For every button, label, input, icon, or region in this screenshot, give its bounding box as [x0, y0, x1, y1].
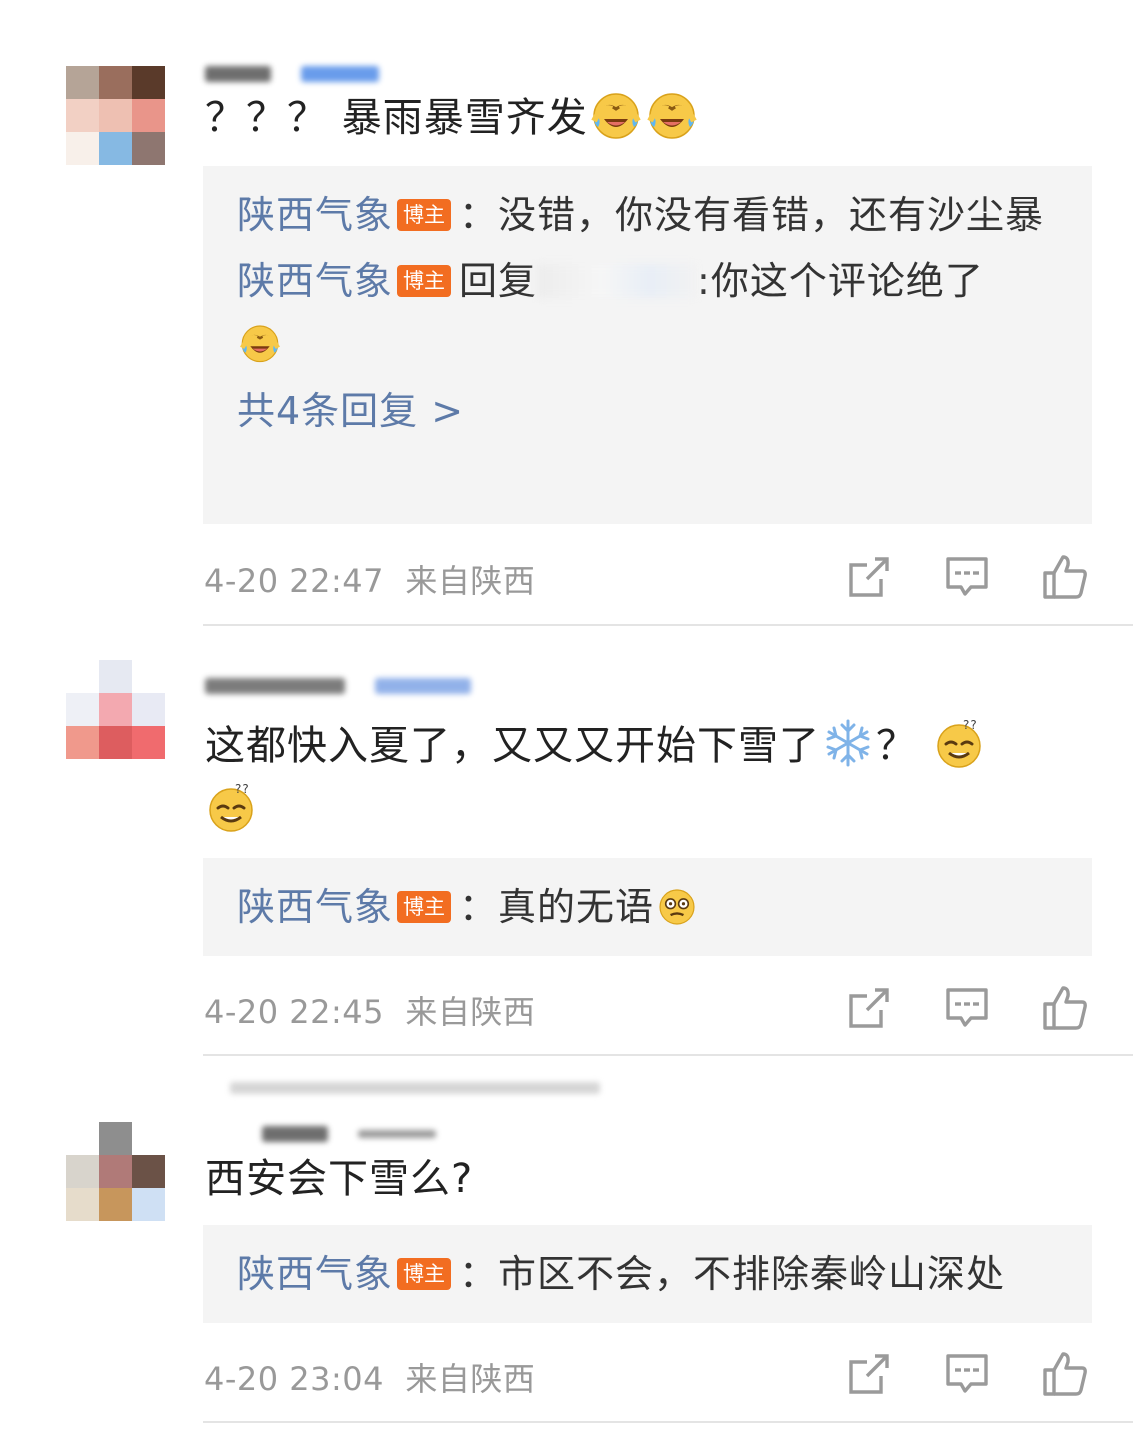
- laugh-cry-icon: [239, 322, 281, 364]
- avatar-pixel: [66, 726, 99, 759]
- snowflake-icon: [822, 717, 874, 769]
- avatar-pixel: [99, 726, 132, 759]
- location: 来自陕西: [405, 1360, 536, 1398]
- reply-item[interactable]: 陕西气象 博主 ：真的无语: [237, 876, 1058, 938]
- laugh-cry-icon: [646, 89, 698, 141]
- avatar-pixel: [66, 693, 99, 726]
- avatar-pixel: [132, 99, 165, 132]
- avatar-pixel: [66, 66, 99, 99]
- avatar-pixel: [132, 1155, 165, 1188]
- avatar-pixel: [99, 132, 132, 165]
- blurred-reply-target[interactable]: [537, 264, 698, 298]
- divider: [203, 1054, 1133, 1056]
- location: 来自陕西: [405, 562, 536, 600]
- reply-author[interactable]: 陕西气象: [237, 885, 393, 929]
- avatar-pixel: [132, 132, 165, 165]
- avatar-pixel: [66, 660, 99, 693]
- avatar-pixel: [132, 660, 165, 693]
- username-blurred[interactable]: [205, 672, 471, 700]
- avatar-pixel: [66, 1155, 99, 1188]
- reply-author[interactable]: 陕西气象: [237, 1252, 393, 1296]
- comment-icon[interactable]: [943, 553, 991, 601]
- share-icon[interactable]: [845, 984, 893, 1032]
- author-badge: 博主: [397, 265, 452, 297]
- like-icon[interactable]: [1041, 984, 1089, 1032]
- like-icon[interactable]: [1041, 553, 1089, 601]
- comment-meta: 4-20 22:45 来自陕西: [204, 987, 535, 1033]
- avatar-pixel: [132, 693, 165, 726]
- comment-icon[interactable]: [943, 1350, 991, 1398]
- avatar-pixel: [66, 132, 99, 165]
- reply-text: ：没错，你没有看错，还有沙尘暴: [459, 193, 1045, 237]
- comment-icon[interactable]: [943, 984, 991, 1032]
- reply-item[interactable]: 陕西气象 博主 回复 :你这个评论绝了: [237, 250, 1058, 374]
- action-bar: [845, 984, 1089, 1032]
- avatar-pixel: [99, 660, 132, 693]
- avatar[interactable]: [66, 1122, 165, 1221]
- share-icon[interactable]: [845, 1350, 893, 1398]
- author-badge: 博主: [397, 1258, 452, 1290]
- divider: [203, 1421, 1133, 1423]
- avatar-pixel: [99, 1155, 132, 1188]
- avatar-pixel: [99, 99, 132, 132]
- action-bar: [845, 1350, 1089, 1398]
- author-badge: 博主: [397, 891, 452, 923]
- reply-item[interactable]: 陕西气象 博主 ：市区不会，不排除秦岭山深处: [237, 1243, 1058, 1305]
- action-bar: [845, 553, 1089, 601]
- avatar-pixel: [99, 693, 132, 726]
- avatar-pixel: [66, 99, 99, 132]
- reply-text: ：真的无语: [459, 885, 655, 929]
- username-blurred[interactable]: [205, 60, 379, 88]
- reply-text: :你这个评论绝了: [697, 259, 984, 303]
- comment-text: ？？？ 暴雨暴雪齐发: [205, 86, 1085, 150]
- username-blurred[interactable]: [230, 1074, 600, 1102]
- timestamp: 4-20 22:47: [204, 562, 385, 600]
- avatar-pixel: [132, 1188, 165, 1221]
- laugh-cry-icon: [590, 89, 642, 141]
- avatar-pixel: [132, 726, 165, 759]
- reply-box[interactable]: 陕西气象 博主 ：真的无语: [203, 858, 1092, 956]
- avatar[interactable]: [66, 66, 165, 165]
- avatar-pixel: [99, 1122, 132, 1155]
- more-replies-link[interactable]: 共4条回复 >: [237, 380, 1058, 442]
- like-icon[interactable]: [1041, 1350, 1089, 1398]
- speechless-icon: [656, 886, 698, 928]
- timestamp: 4-20 23:04: [204, 1360, 385, 1398]
- avatar-pixel: [99, 1188, 132, 1221]
- timestamp: 4-20 22:45: [204, 993, 385, 1031]
- reply-box[interactable]: 陕西气象 博主 ：市区不会，不排除秦岭山深处: [203, 1225, 1092, 1323]
- comment-text: 这都快入夏了，又又又开始下雪了？: [205, 714, 1085, 842]
- reply-author[interactable]: 陕西气象: [237, 259, 393, 303]
- avatar-pixel: [132, 1122, 165, 1155]
- reply-text: ：市区不会，不排除秦岭山深处: [459, 1252, 1006, 1296]
- dizzy-smile-icon: [933, 717, 985, 769]
- comment-meta: 4-20 23:04 来自陕西: [204, 1354, 535, 1400]
- comment-text: 西安会下雪么?: [205, 1156, 474, 1202]
- username-blurred[interactable]: [262, 1120, 436, 1148]
- avatar-pixel: [99, 66, 132, 99]
- author-badge: 博主: [397, 199, 452, 231]
- avatar-pixel: [132, 66, 165, 99]
- share-icon[interactable]: [845, 553, 893, 601]
- dizzy-smile-icon: [205, 781, 257, 833]
- avatar[interactable]: [66, 660, 165, 759]
- reply-prefix: 回复: [459, 259, 538, 303]
- avatar-pixel: [66, 1188, 99, 1221]
- comment-meta: 4-20 22:47 来自陕西: [204, 556, 535, 602]
- reply-box[interactable]: 陕西气象 博主 ：没错，你没有看错，还有沙尘暴 陕西气象 博主 回复 :你这个评论绝了 共…: [203, 166, 1092, 524]
- divider: [203, 624, 1133, 626]
- avatar-pixel: [66, 1122, 99, 1155]
- reply-item[interactable]: 陕西气象 博主 ：没错，你没有看错，还有沙尘暴: [237, 184, 1058, 246]
- reply-author[interactable]: 陕西气象: [237, 193, 393, 237]
- location: 来自陕西: [405, 993, 536, 1031]
